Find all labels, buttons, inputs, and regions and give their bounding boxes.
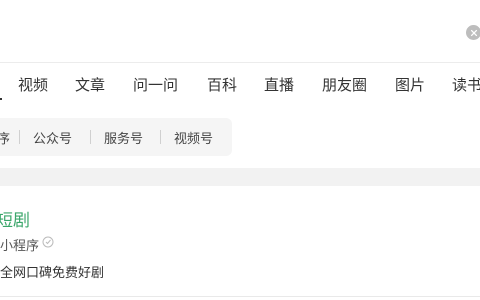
divider <box>90 130 91 144</box>
tab-images[interactable]: 图片 <box>395 74 425 95</box>
bottom-divider <box>0 296 480 297</box>
tab-live[interactable]: 直播 <box>264 74 294 95</box>
tab-moments[interactable]: 朋友圈 <box>322 74 367 95</box>
divider <box>19 130 20 144</box>
chip-service-account[interactable]: 服务号 <box>104 128 143 147</box>
verified-icon <box>42 236 54 248</box>
result-type: 小程序 <box>0 238 40 253</box>
tab-ask[interactable]: 问一问 <box>133 74 178 95</box>
search-input[interactable] <box>0 10 480 52</box>
tab-reading[interactable]: 读书 <box>452 74 480 95</box>
section-divider <box>0 168 480 186</box>
tab-article[interactable]: 文章 <box>75 74 105 95</box>
active-tab-indicator <box>0 98 2 100</box>
chip-mini-program[interactable]: 序 <box>0 128 10 147</box>
chip-official-account[interactable]: 公众号 <box>33 128 72 147</box>
tab-video[interactable]: 视频 <box>18 74 48 95</box>
tab-encyclopedia[interactable]: 百科 <box>207 74 237 95</box>
clear-icon <box>470 29 477 36</box>
result-description: 全网口碑免费好剧 <box>0 265 105 280</box>
tab-bar: 视频 文章 问一问 百科 直播 朋友圈 图片 读书 <box>0 62 480 102</box>
divider <box>160 130 161 144</box>
result-title[interactable]: 短剧 <box>0 206 30 231</box>
search-bar <box>0 0 480 63</box>
chip-channels[interactable]: 视频号 <box>174 128 213 147</box>
clear-search-button[interactable] <box>466 25 480 40</box>
